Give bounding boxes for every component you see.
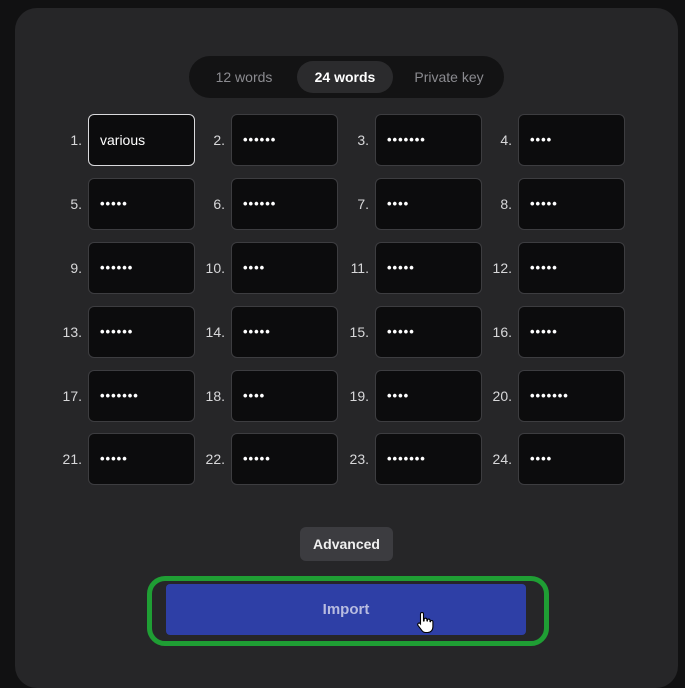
word-cell: 12. •••••	[430, 242, 625, 294]
word-number-label: 17.	[62, 388, 82, 404]
word-number-label: 13.	[62, 324, 82, 340]
word-cell: 24. ••••	[430, 433, 625, 485]
word-input-8[interactable]: •••••	[518, 178, 625, 230]
word-number-label: 16.	[492, 324, 512, 340]
word-number-label: 12.	[492, 260, 512, 276]
word-number-label: 15.	[349, 324, 369, 340]
word-input-12[interactable]: •••••	[518, 242, 625, 294]
import-button[interactable]: Import	[166, 584, 526, 635]
word-number-label: 24.	[492, 451, 512, 467]
word-number-label: 3.	[357, 132, 369, 148]
word-input-4[interactable]: ••••	[518, 114, 625, 166]
word-cell: 8. •••••	[430, 178, 625, 230]
word-number-label: 6.	[213, 196, 225, 212]
word-number-label: 23.	[349, 451, 369, 467]
word-input-20[interactable]: •••••••	[518, 370, 625, 422]
word-number-label: 20.	[492, 388, 512, 404]
word-number-label: 4.	[500, 132, 512, 148]
tab-24-words[interactable]: 24 words	[297, 61, 393, 93]
hand-cursor-icon	[417, 611, 434, 633]
word-number-label: 7.	[357, 196, 369, 212]
word-input-16[interactable]: •••••	[518, 306, 625, 358]
word-cell: 4. ••••	[430, 114, 625, 166]
word-number-label: 21.	[62, 451, 82, 467]
word-count-tabs: 12 words 24 words Private key	[189, 56, 504, 98]
word-number-label: 5.	[70, 196, 82, 212]
word-cell: 20. •••••••	[430, 370, 625, 422]
word-number-label: 2.	[213, 132, 225, 148]
word-number-label: 11.	[350, 260, 369, 276]
word-number-label: 10.	[205, 260, 225, 276]
advanced-button[interactable]: Advanced	[300, 527, 393, 561]
tab-12-words[interactable]: 12 words	[199, 61, 289, 93]
word-number-label: 9.	[70, 260, 82, 276]
word-number-label: 19.	[349, 388, 369, 404]
tab-private-key[interactable]: Private key	[401, 61, 497, 93]
word-input-24[interactable]: ••••	[518, 433, 625, 485]
word-number-label: 8.	[500, 196, 512, 212]
word-number-label: 18.	[205, 388, 225, 404]
word-number-label: 1.	[70, 132, 82, 148]
word-number-label: 22.	[205, 451, 225, 467]
word-cell: 16. •••••	[430, 306, 625, 358]
word-number-label: 14.	[205, 324, 225, 340]
